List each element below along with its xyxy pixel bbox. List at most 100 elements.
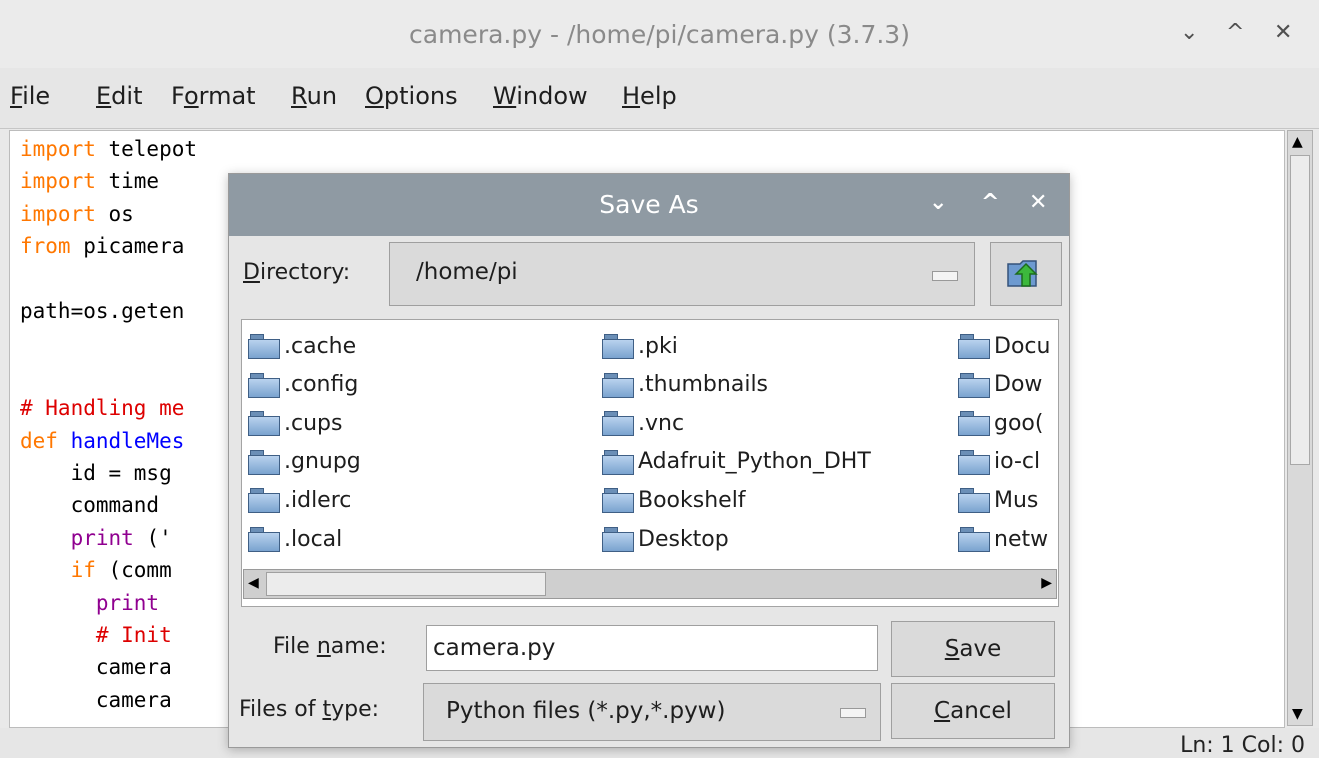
code-line: id = msg	[20, 461, 172, 485]
menu-help[interactable]: Help	[622, 82, 677, 110]
code-line: import os	[20, 201, 134, 226]
file-name-text: .vnc	[638, 410, 685, 436]
file-name-text: Mus	[994, 487, 1039, 513]
directory-value: /home/pi	[416, 259, 518, 285]
file-name-text: .cache	[284, 333, 357, 359]
file-list-item[interactable]: .thumbnails	[602, 367, 768, 403]
file-name-text: goo(	[994, 410, 1044, 436]
folder-icon	[248, 411, 280, 437]
save-button[interactable]: Save	[891, 621, 1055, 677]
menu-edit[interactable]: Edit	[96, 82, 142, 110]
menu-options[interactable]: Options	[365, 82, 458, 110]
file-list-item[interactable]: .idlerc	[248, 482, 351, 518]
file-list-item[interactable]: .config	[248, 367, 358, 403]
file-list-item[interactable]: netw	[958, 521, 1048, 557]
file-list-item[interactable]: io-cl	[958, 444, 1040, 480]
cursor-position: Ln: 1 Col: 0	[1180, 733, 1305, 758]
code-line: from picamera	[20, 234, 185, 259]
dropdown-indicator-icon	[840, 708, 866, 718]
menu-format[interactable]: Format	[171, 82, 256, 110]
file-type-label: Files of type:	[239, 697, 380, 722]
file-list-item[interactable]: .vnc	[602, 405, 684, 441]
menu-window[interactable]: Window	[493, 82, 588, 110]
file-name-text: netw	[994, 526, 1049, 552]
code-line: print ('	[20, 525, 172, 550]
file-name-text: Bookshelf	[638, 487, 746, 513]
horizontal-scrollbar[interactable]: ◀ ▶	[243, 569, 1057, 599]
folder-icon	[602, 372, 634, 398]
code-line: print	[20, 590, 160, 615]
file-name-text: io-cl	[994, 449, 1041, 475]
code-line: import telepot	[20, 137, 198, 161]
menu-run[interactable]: Run	[291, 82, 337, 110]
file-list-item[interactable]: Mus	[958, 482, 1038, 518]
folder-icon	[958, 527, 990, 552]
code-line: if (comm	[20, 558, 172, 583]
file-list-item[interactable]: Adafruit_Python_DHT	[602, 444, 871, 480]
file-list-item[interactable]: .pki	[602, 328, 678, 364]
cancel-button[interactable]: Cancel	[891, 683, 1055, 739]
folder-icon	[958, 334, 990, 359]
file-list-item[interactable]: goo(	[958, 405, 1043, 441]
close-icon[interactable]: ✕	[1274, 20, 1292, 45]
file-type-value: Python files (*.py,*.pyw)	[446, 698, 726, 724]
folder-icon	[602, 334, 634, 359]
folder-icon	[602, 527, 634, 552]
code-line: # Handling me	[20, 396, 185, 421]
code-line: command	[20, 493, 160, 518]
folder-icon	[248, 372, 280, 398]
file-list-item[interactable]: .gnupg	[248, 444, 361, 480]
file-list-item[interactable]: .local	[248, 521, 342, 557]
file-list-item[interactable]: Dow	[958, 367, 1042, 403]
menu-file[interactable]: File	[10, 82, 50, 110]
code-line: # Init	[20, 623, 172, 647]
folder-icon	[958, 488, 990, 514]
dialog-minimize-icon[interactable]: ⌄	[929, 190, 947, 215]
vertical-scroll-thumb[interactable]	[1290, 155, 1310, 465]
file-list-item[interactable]: Desktop	[602, 521, 729, 557]
file-name-text: .gnupg	[284, 449, 361, 475]
up-folder-button[interactable]	[990, 242, 1062, 306]
folder-icon	[248, 527, 280, 552]
file-name-text: .local	[284, 526, 343, 552]
scroll-up-icon[interactable]: ▲	[1292, 135, 1303, 149]
file-name-text: Docu	[994, 333, 1051, 359]
file-list-item[interactable]: .cache	[248, 328, 356, 364]
directory-select[interactable]: /home/pi	[389, 242, 975, 306]
vertical-scrollbar[interactable]: ▲ ▼	[1287, 130, 1313, 726]
folder-icon	[248, 488, 280, 514]
file-list-item[interactable]: Bookshelf	[602, 482, 746, 518]
folder-icon	[958, 449, 990, 475]
save-as-dialog: Save As ⌄ ^ ✕ Directory: /home/pi .cache…	[228, 173, 1070, 748]
file-name-text: .thumbnails	[638, 372, 769, 398]
horizontal-scroll-thumb[interactable]	[266, 572, 546, 596]
dialog-titlebar: Save As ⌄ ^ ✕	[229, 174, 1069, 236]
scroll-right-icon[interactable]: ▶	[1041, 575, 1052, 591]
folder-icon	[602, 488, 634, 514]
scroll-down-icon[interactable]: ▼	[1292, 707, 1303, 721]
file-list-item[interactable]: Docu	[958, 328, 1050, 364]
scroll-left-icon[interactable]: ◀	[248, 575, 259, 591]
maximize-icon[interactable]: ^	[1226, 20, 1244, 45]
dialog-close-icon[interactable]: ✕	[1029, 190, 1047, 215]
minimize-icon[interactable]: ⌄	[1180, 20, 1198, 45]
menu-bar: File Edit Format Run Options Window Help	[0, 68, 1319, 129]
code-line: camera	[20, 655, 172, 680]
file-list-item[interactable]: .cups	[248, 405, 342, 441]
folder-icon	[248, 449, 280, 475]
directory-label: Directory:	[243, 260, 351, 285]
file-name-text: Desktop	[638, 526, 729, 552]
file-name-input[interactable]	[426, 625, 878, 671]
dialog-maximize-icon[interactable]: ^	[981, 190, 999, 215]
file-list[interactable]: .cache .config .cups .gnupg .idlerc .local .pk…	[241, 319, 1059, 607]
file-type-select[interactable]: Python files (*.py,*.pyw)	[423, 683, 881, 741]
file-name-text: .pki	[638, 333, 678, 359]
code-line: import time	[20, 169, 160, 194]
folder-icon	[602, 449, 634, 475]
code-line: path=os.geten	[20, 299, 185, 323]
file-name-text: .cups	[284, 410, 343, 436]
folder-up-icon	[1007, 260, 1038, 287]
folder-icon	[958, 372, 990, 398]
file-name-label: File name:	[273, 634, 387, 659]
folder-icon	[602, 411, 634, 437]
